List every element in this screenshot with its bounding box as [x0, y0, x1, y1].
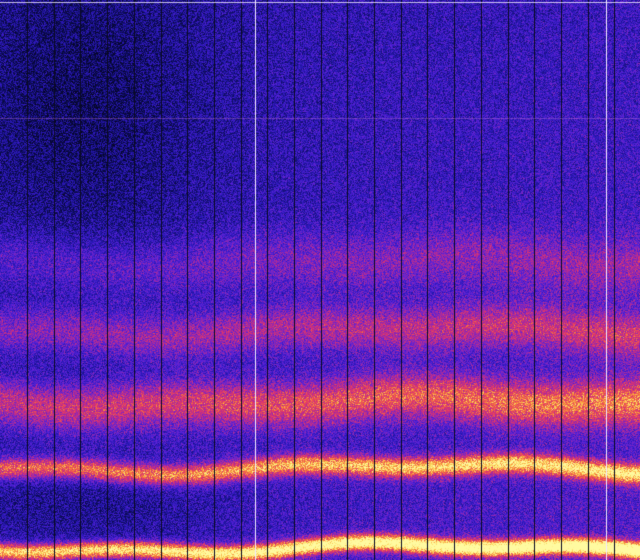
spectrogram-waterfall: [0, 0, 640, 560]
